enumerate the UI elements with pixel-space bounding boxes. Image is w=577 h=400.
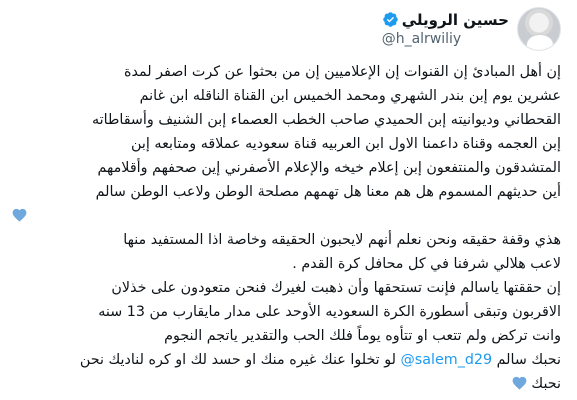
author-handle[interactable]: @h_alrwiliy <box>382 30 462 49</box>
avatar[interactable] <box>517 7 561 51</box>
tweet-line: إن أهل المبادئ إن القنوات إن الإعلاميين … <box>123 64 561 80</box>
tweet-header: حسين الرويلي @h_alrwiliy <box>12 6 561 52</box>
author-display-name[interactable]: حسين الرويلي <box>402 10 509 30</box>
tweet-line: إن حققتها ياسالم فإنت تستحقها وأن ذهبت ل… <box>111 280 561 296</box>
author-info[interactable]: حسين الرويلي @h_alrwiliy <box>382 10 509 49</box>
name-row: حسين الرويلي <box>382 10 509 30</box>
tweet-text-fragment: نحبك سالم <box>496 352 561 368</box>
tweet-line: عشرين يوم إبن بندر الشهري ومحمد الخميس ا… <box>139 88 561 104</box>
verified-badge-icon <box>382 12 398 27</box>
tweet-text-fragment: نحبك <box>531 376 561 392</box>
blue-heart-icon <box>512 376 527 390</box>
tweet-heart-line <box>12 204 561 228</box>
blue-heart-icon <box>12 208 27 222</box>
tweet-line: أين حديثهم المسموم هل هم معنا هل تهمهم م… <box>95 184 561 200</box>
tweet-line: لاعب هلالي شرفنا في كل محافل كرة القدم . <box>292 256 561 272</box>
tweet-line: إبن العجمه وقناة داعمنا الاول ابن العربي… <box>131 136 561 152</box>
tweet-line: الاقربون وتبقى أسطورة الكرة السعوديه الأ… <box>98 304 561 320</box>
tweet-line: المتشدقون والمنتفعون إبن إعلام خيخه والإ… <box>97 160 561 176</box>
tweet-text-fragment: لو تخلوا عنك غيره منك او حسد لك او كره ل… <box>79 352 396 368</box>
mention-link[interactable]: @salem_d29 <box>401 352 493 368</box>
tweet-final-line: نحبك <box>12 372 561 396</box>
tweet-line: القحطاني وديوانيته إبن الحميدي صاحب الخط… <box>91 112 561 128</box>
tweet: حسين الرويلي @h_alrwiliy إن أهل المبادئ … <box>0 0 577 400</box>
tweet-line: هذي وقفة حقيقه ونحن نعلم أنهم لايحبون ال… <box>123 232 561 248</box>
tweet-text: إن أهل المبادئ إن القنوات إن الإعلاميين … <box>12 60 561 396</box>
tweet-line: وانت تركض ولم تتعب او تتأوه يوماً فلك ال… <box>164 328 561 344</box>
tweet-mention-line: نحبك سالم @salem_d29 لو تخلوا عنك غيره م… <box>12 348 561 372</box>
